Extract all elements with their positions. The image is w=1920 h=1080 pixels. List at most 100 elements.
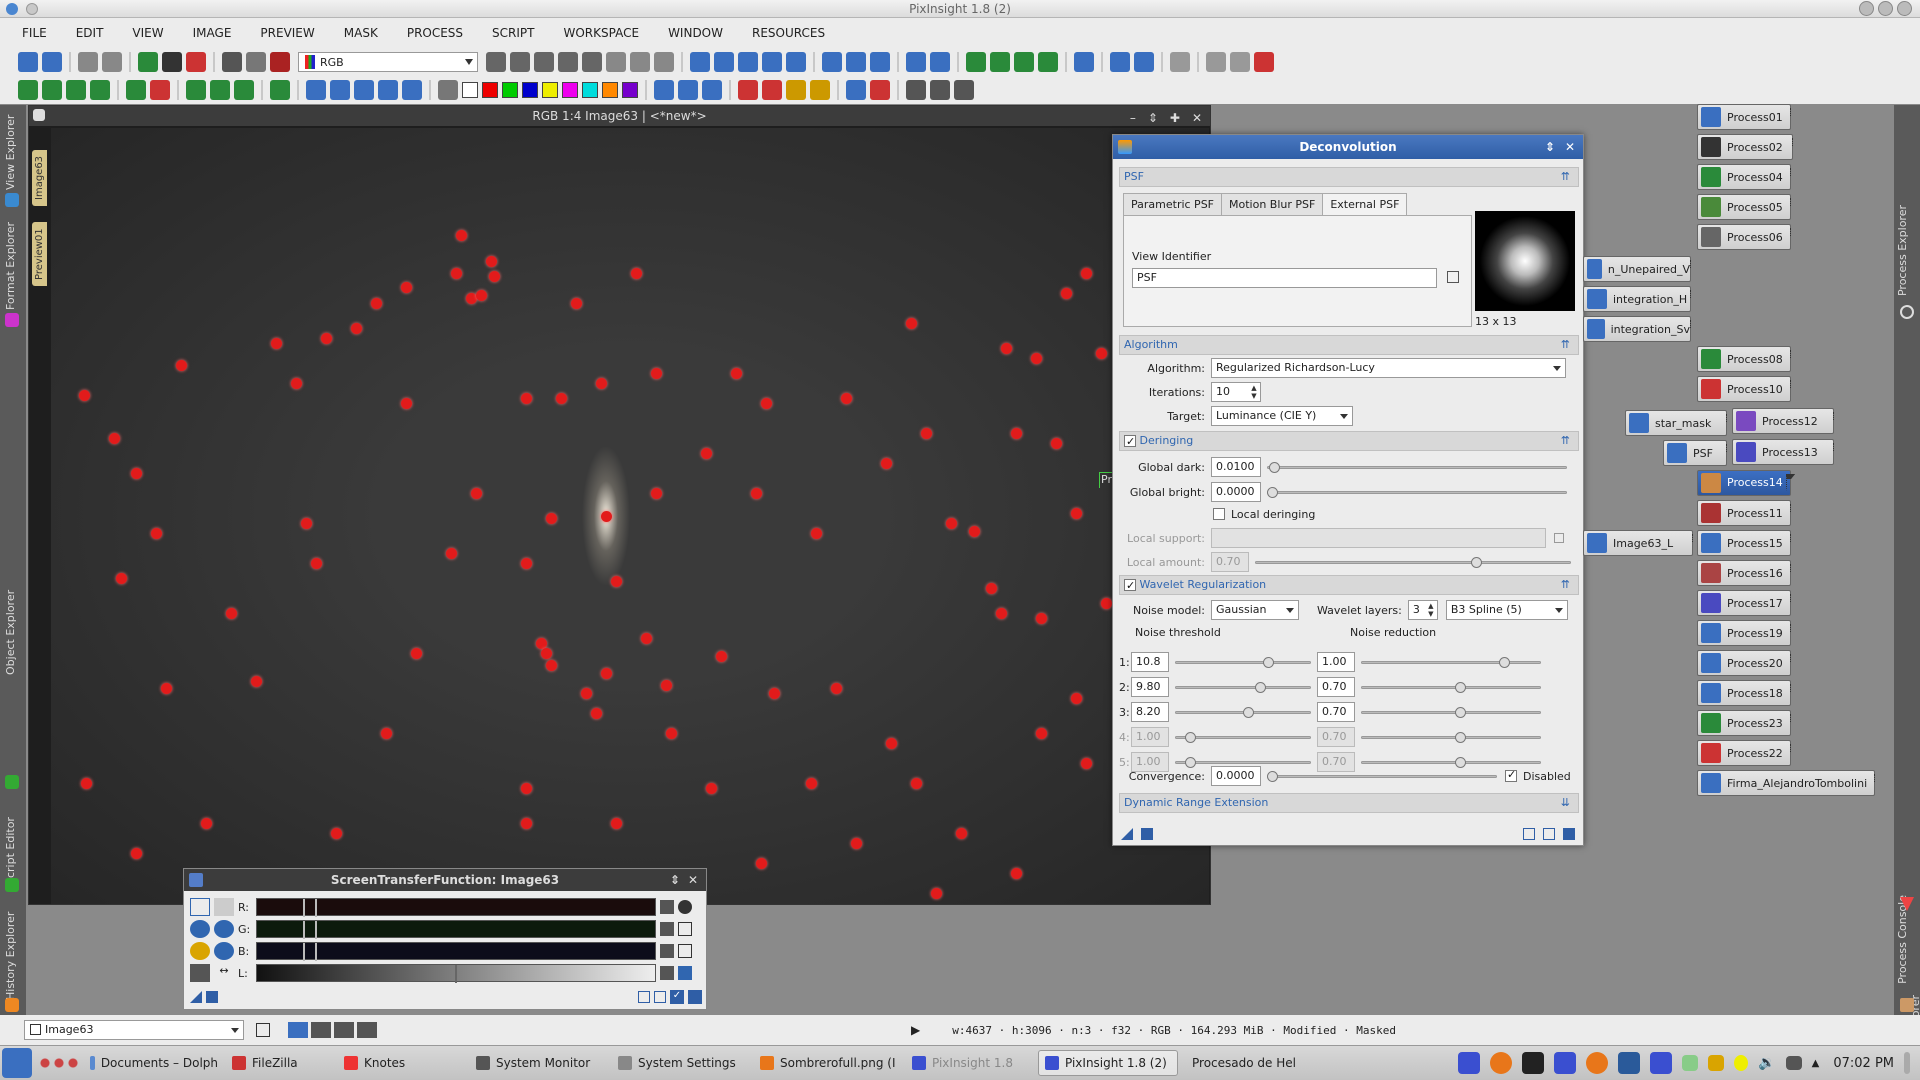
zoom-in-alt-icon[interactable] (214, 920, 234, 938)
gear-icon[interactable] (678, 900, 692, 914)
cube-outline-icon[interactable] (234, 80, 254, 100)
process-icon-item[interactable]: Process10 (1697, 376, 1791, 402)
close-icon[interactable]: ✕ (1565, 135, 1575, 159)
preview-icon[interactable] (1523, 828, 1535, 840)
process-icon-item[interactable]: Process19 (1697, 620, 1791, 646)
readout-check-icon[interactable] (930, 80, 950, 100)
mask-show-icon[interactable] (270, 52, 290, 72)
display-blue-icon[interactable] (288, 1022, 308, 1038)
process-icon-item[interactable]: Process01 (1697, 104, 1791, 130)
noise-threshold-input[interactable]: 9.80 (1131, 677, 1169, 697)
stf-r-track[interactable] (256, 898, 656, 917)
menu-view[interactable]: VIEW (132, 26, 163, 40)
target-select[interactable]: Luminance (CIE Y) (1211, 406, 1353, 426)
process-icon-item[interactable]: Process20 (1697, 650, 1791, 676)
tab-motion-blur-psf[interactable]: Motion Blur PSF (1221, 193, 1324, 215)
window-mode-icon[interactable] (256, 1023, 270, 1037)
taskbar-item[interactable]: PixInsight 1.8 (906, 1050, 1036, 1076)
mask-remove-icon[interactable] (810, 80, 830, 100)
display-gray-icon[interactable] (311, 1022, 331, 1038)
layout-icon[interactable] (42, 80, 62, 100)
menu-edit[interactable]: EDIT (76, 26, 104, 40)
image-window[interactable]: RGB 1:4 Image63 | <*new*> – ⇕ ✚ ✕ Image63 P… (28, 105, 1211, 905)
local-amount-slider[interactable] (1255, 552, 1571, 572)
reset-r-icon[interactable] (660, 900, 674, 914)
open-icon[interactable] (78, 52, 98, 72)
tab-view-explorer[interactable]: View Explorer (4, 115, 17, 190)
image-icon[interactable] (162, 52, 182, 72)
documentation-icon[interactable] (654, 991, 666, 1003)
taskbar-item[interactable]: Documents – Dolph (84, 1050, 224, 1076)
tab-history-explorer[interactable]: History Explorer (4, 912, 17, 1000)
stf-b-track[interactable] (256, 942, 656, 961)
link-channels-icon[interactable] (190, 898, 210, 916)
new-instance-icon[interactable] (190, 991, 202, 1003)
undo-icon[interactable] (18, 52, 38, 72)
process-icon-item[interactable]: integration_H (1583, 286, 1691, 312)
reset-l-icon[interactable] (660, 966, 674, 980)
menu-window[interactable]: WINDOW (668, 26, 723, 40)
taskbar-item[interactable]: System Settings (612, 1050, 752, 1076)
delete-icon[interactable] (1254, 52, 1274, 72)
view-identifier-input[interactable]: PSF (1132, 268, 1437, 288)
move-icon[interactable] (558, 52, 578, 72)
import-icon[interactable] (1110, 52, 1130, 72)
process-icon-item[interactable]: Firma_AlejandroTombolini (1697, 770, 1875, 796)
window-fit-icon[interactable] (846, 52, 866, 72)
process-container-icon[interactable] (270, 80, 290, 100)
deringing-checkbox[interactable] (1124, 433, 1136, 451)
maximize-icon[interactable]: ✚ (1170, 108, 1180, 128)
history-explorer-icon[interactable] (5, 998, 19, 1012)
cube-icon[interactable] (186, 80, 206, 100)
check-icon[interactable]: ✓ (670, 990, 684, 1004)
export-icon[interactable] (1134, 52, 1154, 72)
process-icon-item[interactable]: PSF (1663, 440, 1727, 466)
noise-threshold-slider[interactable] (1175, 677, 1311, 697)
arrange-icon[interactable] (66, 80, 86, 100)
clock[interactable]: 07:02 PM (1833, 1056, 1894, 1071)
reset-g-icon[interactable] (660, 922, 674, 936)
stf-titlebar[interactable]: ScreenTransferFunction: Image63 ⇕ ✕ (184, 869, 706, 891)
view-list-icon[interactable] (126, 80, 146, 100)
process-icon-item[interactable]: integration_Sv (1583, 316, 1691, 342)
convergence-disabled-checkbox[interactable] (1505, 768, 1517, 782)
explorer-close-icon[interactable] (870, 80, 890, 100)
browse-documentation-icon[interactable] (1543, 828, 1555, 840)
auto-stretch-icon[interactable] (190, 942, 210, 960)
wavelet-layers-input[interactable]: 3 ▲ ▼ (1407, 600, 1438, 620)
screen-icon[interactable] (654, 80, 674, 100)
channel-x-icon[interactable] (462, 82, 478, 98)
color-image-icon[interactable] (186, 52, 206, 72)
expand-icon[interactable]: ⇊ (1561, 794, 1570, 812)
lightbulb-icon[interactable] (1734, 1055, 1749, 1071)
tab-object-explorer[interactable]: Object Explorer (4, 590, 17, 675)
collapse-icon[interactable]: ⇈ (1561, 576, 1570, 594)
process-icon-item[interactable]: Process12 (1732, 408, 1834, 434)
noise-reduction-input[interactable]: 1.00 (1317, 652, 1355, 672)
new-image-icon[interactable] (138, 52, 158, 72)
process-icon-item[interactable]: star_mask (1625, 410, 1727, 436)
flip-h-icon[interactable] (378, 80, 398, 100)
noise-threshold-slider[interactable] (1175, 702, 1311, 722)
zoom-in-icon[interactable] (690, 52, 710, 72)
noise-reduction-slider[interactable] (1361, 727, 1541, 747)
save-icon[interactable] (102, 52, 122, 72)
window-shrink-icon[interactable] (870, 52, 890, 72)
menu-mask[interactable]: MASK (344, 26, 378, 40)
noise-reduction-input[interactable]: 0.70 (1317, 677, 1355, 697)
noise-threshold-input[interactable]: 1.00 (1131, 727, 1169, 747)
noise-threshold-input[interactable]: 10.8 (1131, 652, 1169, 672)
preview-tab[interactable]: Preview01 (32, 222, 47, 286)
preview-new-icon[interactable] (966, 52, 986, 72)
pointer-icon[interactable] (214, 898, 234, 916)
rotate-cw-icon[interactable] (354, 80, 374, 100)
psf-section-header[interactable]: PSF ⇈ (1119, 167, 1579, 187)
format-explorer-icon[interactable] (5, 313, 19, 327)
duplicate-icon[interactable] (1230, 52, 1250, 72)
play-icon[interactable]: ▶ (911, 1023, 920, 1037)
menu-workspace[interactable]: WORKSPACE (564, 26, 640, 40)
process-icon-item[interactable]: Image63_L (1583, 530, 1693, 556)
wavelet-scaling-select[interactable]: B3 Spline (5) (1445, 600, 1568, 620)
process-icon-item[interactable]: Process08 (1697, 346, 1791, 372)
channel-cyan-icon[interactable] (582, 82, 598, 98)
